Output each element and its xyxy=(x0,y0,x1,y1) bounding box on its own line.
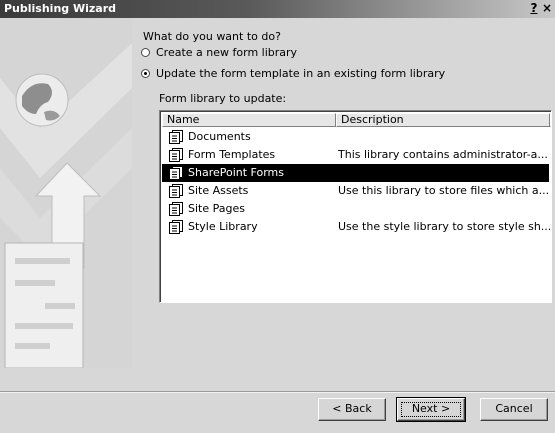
help-button[interactable]: ? xyxy=(528,2,540,15)
question-text: What do you want to do? xyxy=(143,30,281,43)
list-item-name: Style Library xyxy=(188,220,258,233)
column-header-filler xyxy=(550,113,551,127)
list-item-selected[interactable]: SharePoint Forms xyxy=(162,164,549,182)
option-create-new-library[interactable]: Create a new form library xyxy=(141,46,297,59)
library-label: Form library to update: xyxy=(159,92,287,105)
list-header: Name Description xyxy=(162,113,551,127)
list-item[interactable]: Form Templates This library contains adm… xyxy=(162,146,549,164)
form-library-list[interactable]: Name Description Documents Form Template… xyxy=(159,110,552,303)
form-library-icon xyxy=(169,166,183,180)
globe-upload-art-icon xyxy=(0,18,132,368)
list-item-name: Site Pages xyxy=(188,202,245,215)
back-button[interactable]: < Back xyxy=(318,398,386,421)
list-item[interactable]: Site Pages xyxy=(162,200,549,218)
list-item-name: Site Assets xyxy=(188,184,249,197)
wizard-side-art xyxy=(0,18,132,368)
list-rows: Documents Form Templates This library co… xyxy=(162,128,552,236)
column-header-description[interactable]: Description xyxy=(336,113,550,127)
form-library-icon xyxy=(169,148,183,162)
option-update-existing-library[interactable]: Update the form template in an existing … xyxy=(141,67,445,80)
cancel-button[interactable]: Cancel xyxy=(480,398,548,421)
radio-update-existing[interactable] xyxy=(141,69,150,78)
form-library-icon xyxy=(169,184,183,198)
radio-create-new[interactable] xyxy=(141,48,150,57)
list-item-name: Form Templates xyxy=(188,148,276,161)
publishing-wizard-window: Publishing Wizard ? × What do you want t… xyxy=(0,0,555,433)
title-bar[interactable]: Publishing Wizard ? × xyxy=(0,0,555,18)
list-item[interactable]: Style Library Use the style library to s… xyxy=(162,218,552,236)
list-item-description: This library contains administrator-a... xyxy=(338,148,548,161)
list-item-description: Use this library to store files which a.… xyxy=(338,184,550,197)
column-header-name[interactable]: Name xyxy=(162,113,336,127)
list-item-name: SharePoint Forms xyxy=(188,166,284,179)
form-library-icon xyxy=(169,220,183,234)
list-item-description: Use the style library to store style sh.… xyxy=(338,220,552,233)
option-label: Create a new form library xyxy=(156,46,298,59)
list-item[interactable]: Documents xyxy=(162,128,549,146)
list-item[interactable]: Site Assets Use this library to store fi… xyxy=(162,182,549,200)
list-item-name: Documents xyxy=(188,130,251,143)
button-separator xyxy=(0,391,555,393)
option-label: Update the form template in an existing … xyxy=(156,67,446,80)
close-button[interactable]: × xyxy=(541,2,553,15)
form-library-icon xyxy=(169,130,183,144)
next-button[interactable]: Next > xyxy=(396,397,466,422)
form-library-icon xyxy=(169,202,183,216)
wizard-content: What do you want to do? Create a new for… xyxy=(132,18,555,368)
focus-rectangle xyxy=(401,402,461,417)
window-title: Publishing Wizard xyxy=(4,2,117,15)
